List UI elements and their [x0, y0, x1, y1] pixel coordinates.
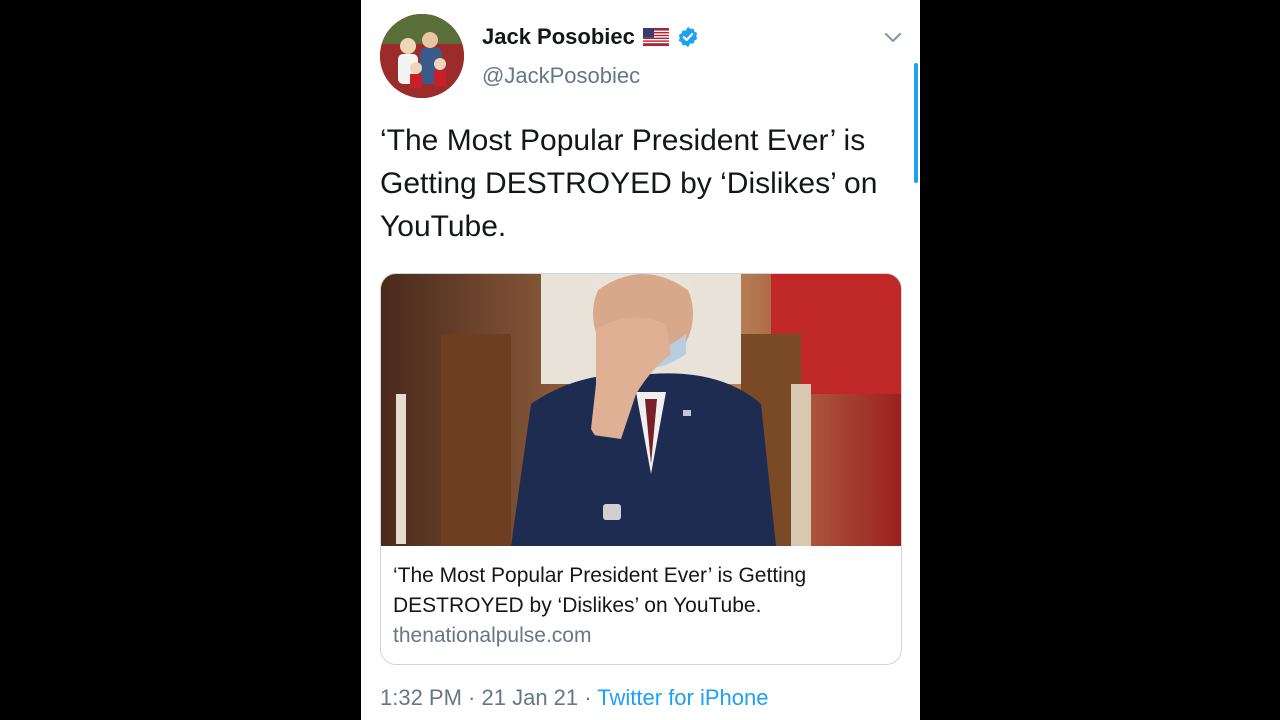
- meta-separator-2: ·: [578, 685, 598, 710]
- meta-separator-1: ·: [461, 685, 482, 710]
- avatar-photo: [380, 14, 464, 98]
- scrollbar[interactable]: [914, 63, 918, 183]
- card-domain[interactable]: thenationalpulse.com: [393, 624, 591, 648]
- chevron-down-icon[interactable]: [882, 26, 904, 48]
- author-name-row: Jack Posobiec: [482, 24, 699, 50]
- card-title: ‘The Most Popular President Ever’ is Get…: [393, 564, 807, 617]
- tweet-time[interactable]: 1:32 PM: [380, 685, 462, 710]
- us-flag-icon: [642, 28, 669, 46]
- tweet-meta: 1:32 PM · 21 Jan 21 · Twitter for iPhone: [380, 685, 768, 711]
- tweet-text: ‘The Most Popular President Ever’ is Get…: [380, 124, 878, 243]
- tweet-date[interactable]: 21 Jan 21: [482, 685, 579, 710]
- card-image: [381, 274, 901, 546]
- link-card[interactable]: ‘The Most Popular President Ever’ is Get…: [380, 273, 902, 665]
- tweet-source[interactable]: Twitter for iPhone: [597, 685, 768, 710]
- author-name[interactable]: Jack Posobiec: [482, 24, 635, 50]
- verified-badge-icon: [678, 26, 698, 48]
- avatar[interactable]: [380, 14, 464, 98]
- author-handle[interactable]: @JackPosobiec: [482, 63, 640, 89]
- tweet-container: Jack Posobiec @JackPosobiec ‘The Most Po…: [361, 0, 920, 720]
